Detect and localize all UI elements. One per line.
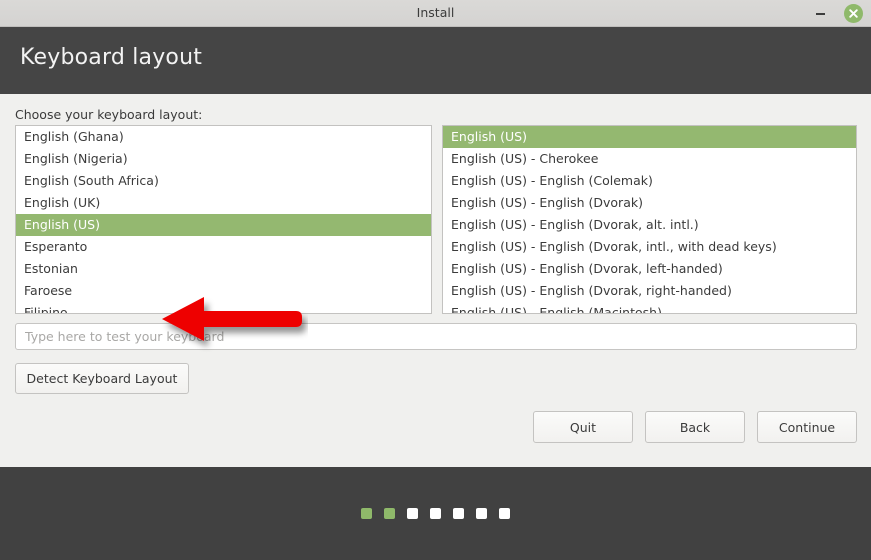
- step-dot: [476, 508, 487, 519]
- detect-keyboard-layout-button[interactable]: Detect Keyboard Layout: [15, 363, 189, 394]
- quit-button[interactable]: Quit: [533, 411, 633, 443]
- variant-list-item[interactable]: English (US) - Cherokee: [443, 148, 856, 170]
- variant-list-item[interactable]: English (US) - English (Dvorak, left-han…: [443, 258, 856, 280]
- continue-button[interactable]: Continue: [757, 411, 857, 443]
- variant-list-item[interactable]: English (US) - English (Dvorak): [443, 192, 856, 214]
- step-dot: [430, 508, 441, 519]
- back-button[interactable]: Back: [645, 411, 745, 443]
- layout-list-item[interactable]: English (Ghana): [16, 126, 431, 148]
- close-icon[interactable]: [844, 4, 863, 23]
- variant-list-item[interactable]: English (US) - English (Colemak): [443, 170, 856, 192]
- layout-list-item[interactable]: English (South Africa): [16, 170, 431, 192]
- install-window: Install Keyboard layout Choose your keyb…: [0, 0, 871, 560]
- step-dot: [361, 508, 372, 519]
- page-header: Keyboard layout: [0, 27, 871, 94]
- navigation-buttons: Quit Back Continue: [533, 411, 857, 443]
- variant-list-item[interactable]: English (US): [443, 126, 856, 148]
- minimize-icon[interactable]: [813, 7, 829, 20]
- variant-list-item[interactable]: English (US) - English (Dvorak, alt. int…: [443, 214, 856, 236]
- step-dot: [499, 508, 510, 519]
- layout-list-item[interactable]: Estonian: [16, 258, 431, 280]
- layout-list-item[interactable]: English (Nigeria): [16, 148, 431, 170]
- footer-bar: [0, 467, 871, 560]
- step-dot: [407, 508, 418, 519]
- layout-list-item[interactable]: Filipino: [16, 302, 431, 313]
- layout-list-item[interactable]: Faroese: [16, 280, 431, 302]
- window-title: Install: [416, 5, 455, 20]
- keyboard-test-input[interactable]: [15, 323, 857, 350]
- variant-list-item[interactable]: English (US) - English (Dvorak, right-ha…: [443, 280, 856, 302]
- variant-list-item[interactable]: English (US) - English (Dvorak, intl., w…: [443, 236, 856, 258]
- layout-list-item[interactable]: English (US): [16, 214, 431, 236]
- page-title: Keyboard layout: [20, 45, 203, 70]
- step-dot: [384, 508, 395, 519]
- content-area: Choose your keyboard layout: English (Gh…: [0, 94, 871, 467]
- variant-list-item[interactable]: English (US) - English (Macintosh): [443, 302, 856, 313]
- keyboard-variant-list[interactable]: English (US) English (US) - Cherokee Engli…: [442, 125, 857, 314]
- step-dot: [453, 508, 464, 519]
- layout-list-item[interactable]: English (UK): [16, 192, 431, 214]
- keyboard-layout-list[interactable]: English (Ghana) English (Nigeria) English …: [15, 125, 432, 314]
- layout-list-item[interactable]: Esperanto: [16, 236, 431, 258]
- prompt-label: Choose your keyboard layout:: [15, 107, 203, 122]
- window-titlebar: Install: [0, 0, 871, 27]
- step-progress-indicator: [0, 467, 871, 560]
